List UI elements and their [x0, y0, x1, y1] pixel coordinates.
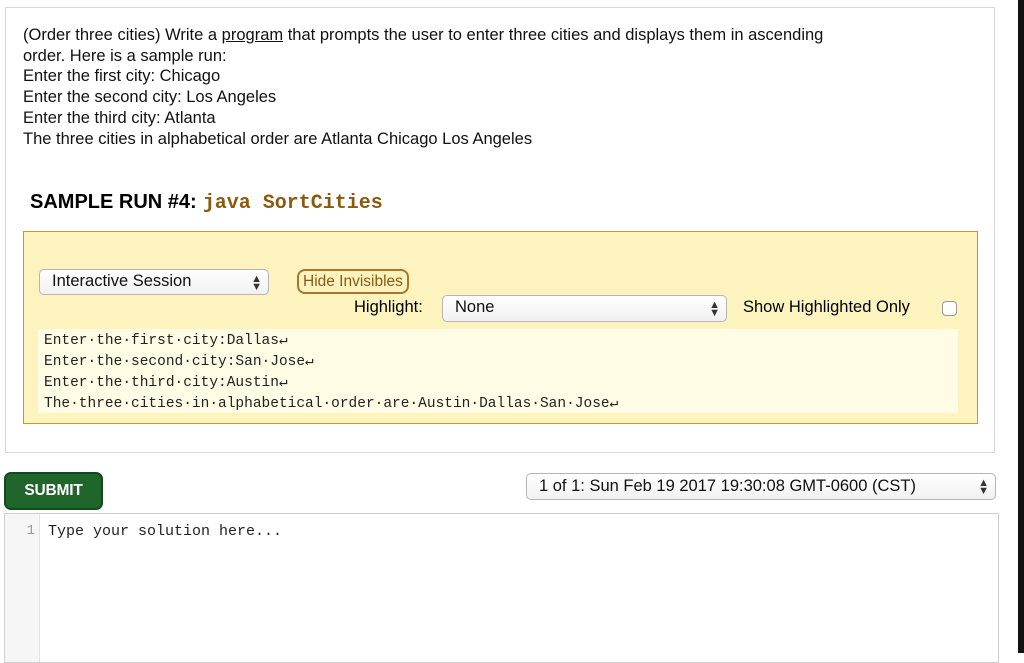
- problem-line-6: The three cities in alphabetical order a…: [23, 129, 533, 148]
- hide-invisibles-button[interactable]: Hide Invisibles: [297, 269, 409, 294]
- session-mode-value: Interactive Session: [52, 272, 192, 290]
- output-line: Enter·the·third·city:Austin↵: [44, 375, 288, 391]
- problem-line-2: order. Here is a sample run:: [23, 46, 227, 65]
- sample-run-panel: Interactive Session ▲ ▼ Hide Invisibles H…: [23, 231, 978, 424]
- code-editor[interactable]: 1 Type your solution here...: [4, 513, 999, 663]
- session-output: Enter·the·first·city:Dallas↵ Enter·the·s…: [38, 329, 958, 413]
- run-history-value: 1 of 1: Sun Feb 19 2017 19:30:08 GMT-060…: [539, 477, 916, 495]
- show-highlighted-only-label: Show Highlighted Only: [743, 298, 910, 316]
- highlight-value: None: [455, 298, 495, 316]
- window-edge: [1018, 0, 1024, 653]
- program-link[interactable]: program: [222, 26, 283, 44]
- problem-text-after-link: that prompts the user to enter three cit…: [283, 26, 824, 44]
- line-number: 1: [26, 523, 35, 539]
- session-mode-select[interactable]: Interactive Session ▲ ▼: [39, 269, 269, 295]
- highlight-select[interactable]: None ▲ ▼: [442, 295, 727, 322]
- problem-statement: (Order three cities) Write a program tha…: [23, 25, 983, 149]
- updown-arrows-icon: ▲ ▼: [709, 299, 720, 319]
- sample-run-label: SAMPLE RUN #4:: [30, 191, 197, 213]
- submit-button[interactable]: SUBMIT: [4, 472, 103, 510]
- updown-arrows-icon: ▲ ▼: [978, 477, 989, 497]
- sample-run-heading: SAMPLE RUN #4: java SortCities: [30, 191, 383, 215]
- output-line: The·three·cities·in·alphabetical·order·a…: [44, 396, 619, 412]
- output-line: Enter·the·first·city:Dallas↵: [44, 333, 288, 349]
- line-number-gutter: 1: [5, 514, 40, 662]
- sample-run-command: java SortCities: [202, 192, 383, 215]
- problem-box: (Order three cities) Write a program tha…: [5, 7, 995, 453]
- run-history-select[interactable]: 1 of 1: Sun Feb 19 2017 19:30:08 GMT-060…: [526, 473, 996, 500]
- problem-text-before-link: (Order three cities) Write a: [23, 26, 222, 44]
- problem-line-3: Enter the first city: Chicago: [23, 67, 221, 86]
- problem-line-4: Enter the second city: Los Angeles: [23, 88, 277, 107]
- problem-line-5: Enter the third city: Atlanta: [23, 108, 216, 127]
- highlight-label: Highlight:: [354, 298, 423, 316]
- updown-arrows-icon: ▲ ▼: [251, 273, 262, 293]
- output-line: Enter·the·second·city:San·Jose↵: [44, 354, 314, 370]
- show-highlighted-only-checkbox[interactable]: [942, 301, 957, 316]
- problem-line-1: (Order three cities) Write a program tha…: [23, 25, 983, 46]
- editor-placeholder[interactable]: Type your solution here...: [48, 523, 282, 540]
